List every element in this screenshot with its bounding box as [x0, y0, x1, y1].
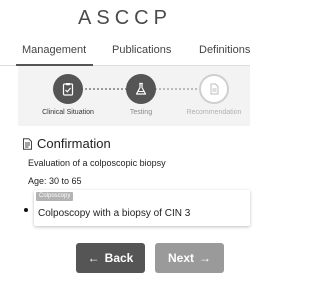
- option-tag: Colposcopy: [36, 192, 74, 201]
- tab-bar: Management Publications Definitions: [0, 42, 250, 66]
- progress-stepper: Clinical Situation Testing Recommendatio…: [18, 66, 250, 126]
- step-recommendation[interactable]: [199, 74, 229, 104]
- step-testing[interactable]: [126, 74, 156, 104]
- back-button-label: Back: [104, 251, 134, 265]
- back-button[interactable]: ← Back: [76, 243, 145, 273]
- tab-definitions[interactable]: Definitions: [199, 44, 250, 56]
- step-label-recommendation: Recommendation: [186, 109, 242, 116]
- section-title: Confirmation: [37, 136, 111, 151]
- step-connector: [78, 88, 130, 90]
- logo: ASCCP: [78, 7, 172, 29]
- section-description: Evaluation of a colposcopic biopsy: [28, 158, 166, 168]
- tab-publications[interactable]: Publications: [112, 44, 171, 56]
- step-connector: [152, 88, 204, 90]
- tab-management[interactable]: Management: [22, 44, 86, 56]
- option-card[interactable]: Colposcopy Colposcopy with a biopsy of C…: [34, 190, 250, 226]
- option-text: Colposcopy with a biopsy of CIN 3: [38, 208, 191, 219]
- clipboard-check-icon: [62, 83, 74, 96]
- arrow-right-icon: →: [199, 251, 211, 265]
- age-range: Age: 30 to 65: [28, 176, 82, 186]
- next-button[interactable]: Next →: [155, 243, 224, 273]
- section-header: Confirmation: [22, 136, 111, 151]
- step-clinical-situation[interactable]: [53, 74, 83, 104]
- next-button-label: Next: [167, 251, 194, 265]
- step-label-testing: Testing: [129, 109, 153, 116]
- option-bullet: [24, 208, 28, 212]
- document-icon: [23, 137, 32, 150]
- flask-icon: [135, 82, 147, 95]
- arrow-left-icon: ←: [87, 251, 100, 265]
- app-screen: ASCCP Management Publications Definition…: [0, 0, 250, 297]
- step-label-clinical-situation: Clinical Situation: [42, 109, 94, 116]
- document-icon: [210, 83, 219, 95]
